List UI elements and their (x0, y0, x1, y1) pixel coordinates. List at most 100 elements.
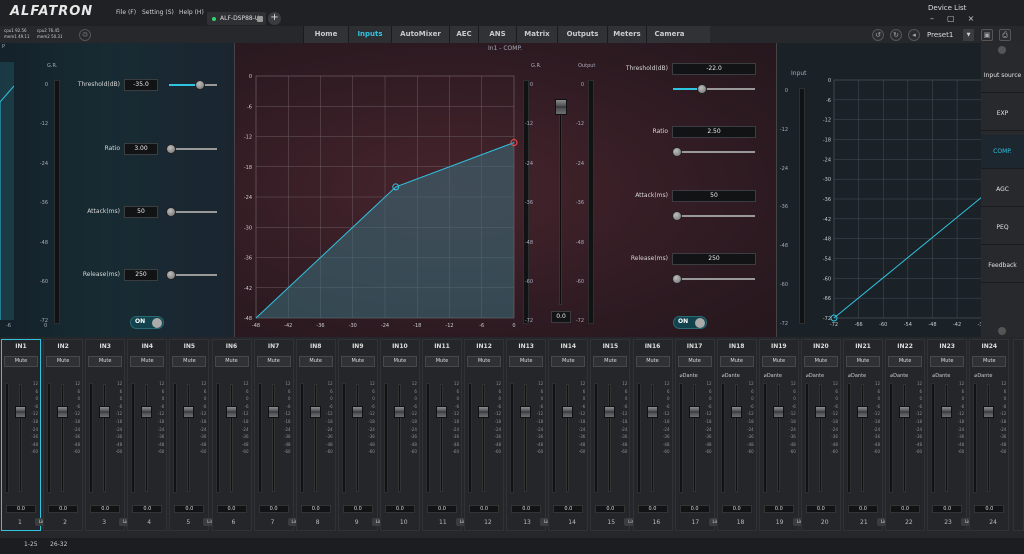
preset-select[interactable]: Preset1 (927, 29, 963, 41)
fader-handle[interactable] (99, 406, 111, 418)
fader-value[interactable]: 0.0 (805, 505, 836, 513)
fader-value[interactable]: 0.0 (469, 505, 500, 513)
fader-value[interactable]: 0.0 (763, 505, 794, 513)
right-curve-graph[interactable]: 0-6-12-18-24-30-36-42-48-54-60-66-72-72-… (816, 78, 981, 330)
tab-home[interactable]: Home (303, 26, 348, 43)
fader-handle[interactable] (814, 406, 826, 418)
page-26-32[interactable]: 26-32 (50, 541, 67, 548)
tab-camera[interactable]: Camera (646, 26, 692, 43)
fader-handle[interactable] (941, 406, 953, 418)
mute-button[interactable]: Mute (340, 356, 375, 367)
redo-icon[interactable]: ↻ (890, 29, 902, 41)
mute-button[interactable]: Mute (677, 356, 712, 367)
mute-button[interactable]: Mute (509, 356, 544, 367)
fader-handle[interactable] (478, 406, 490, 418)
fader-handle[interactable] (899, 406, 911, 418)
fader-handle[interactable] (15, 406, 26, 418)
side-tab-agc[interactable]: AGC (981, 173, 1024, 207)
left-enable-toggle[interactable]: ON (130, 316, 164, 329)
fader-handle[interactable] (857, 406, 868, 418)
mute-button[interactable]: Mute (172, 356, 207, 367)
left-param-value[interactable]: -35.0 (124, 79, 158, 91)
fader-value[interactable]: 0.0 (721, 505, 752, 513)
side-tab-peq[interactable]: PEQ (981, 211, 1024, 245)
fader-value[interactable]: 0.0 (427, 505, 457, 513)
tab-inputs[interactable]: Inputs (348, 26, 391, 43)
gr-fader-handle[interactable] (555, 99, 567, 115)
fader-handle[interactable] (309, 406, 321, 418)
tab-outputs[interactable]: Outputs (557, 26, 607, 43)
fader-value[interactable]: 0.0 (216, 505, 247, 513)
side-tab-exp[interactable]: EXP (981, 97, 1024, 131)
window-controls[interactable]: –▢× (930, 14, 987, 23)
mute-button[interactable]: Mute (46, 356, 81, 367)
mute-button[interactable]: Mute (551, 356, 586, 367)
menu-help[interactable]: Help (H) (179, 9, 204, 16)
fader-handle[interactable] (351, 406, 363, 418)
left-param-value[interactable]: 50 (124, 206, 158, 218)
maximize-icon[interactable]: ▢ (947, 14, 968, 23)
fader-handle[interactable] (57, 406, 69, 418)
fader-handle[interactable] (730, 406, 742, 418)
fader-handle[interactable] (393, 406, 405, 418)
side-tab-comp[interactable]: COMP. (981, 135, 1024, 169)
tab-aec[interactable]: AEC (449, 26, 478, 43)
mute-button[interactable]: Mute (382, 356, 417, 367)
tab-automixer[interactable]: AutoMixer (391, 26, 449, 43)
fader-value[interactable]: 0.0 (595, 505, 626, 513)
fader-value[interactable]: 0.0 (637, 505, 668, 513)
fader-handle[interactable] (183, 406, 195, 418)
fader-handle[interactable] (604, 406, 616, 418)
fader-handle[interactable] (225, 406, 237, 418)
fader-value[interactable]: 0.0 (6, 505, 36, 513)
fader-value[interactable]: 0.0 (132, 505, 163, 513)
fader-handle[interactable] (267, 406, 279, 418)
left-slider-knob[interactable] (166, 144, 176, 154)
scroll-up-icon[interactable] (998, 46, 1006, 54)
fader-value[interactable]: 0.0 (890, 505, 921, 513)
center-slider-knob[interactable] (672, 211, 682, 221)
mute-button[interactable]: Mute (930, 356, 965, 367)
minimize-icon[interactable]: – (930, 14, 947, 23)
fader-handle[interactable] (983, 406, 995, 418)
center-param-value[interactable]: 2.50 (672, 126, 756, 138)
mute-button[interactable]: Mute (719, 356, 754, 367)
fader-value[interactable]: 0.0 (384, 505, 415, 513)
mute-button[interactable]: Mute (130, 356, 165, 367)
left-slider-knob[interactable] (166, 270, 176, 280)
fader-handle[interactable] (772, 406, 784, 418)
mute-button[interactable]: Mute (298, 356, 333, 367)
center-slider-knob[interactable] (672, 147, 682, 157)
page-1-25[interactable]: 1-25 (24, 541, 38, 548)
left-slider-knob[interactable] (166, 207, 176, 217)
mute-button[interactable]: Mute (467, 356, 502, 367)
mute-button[interactable]: Mute (761, 356, 796, 367)
fader-handle[interactable] (562, 406, 574, 418)
tab-ans[interactable]: ANS (478, 26, 516, 43)
fader-value[interactable]: 0.0 (258, 505, 289, 513)
menu-setting[interactable]: Setting (S) (142, 9, 174, 16)
center-param-value[interactable]: 250 (672, 253, 756, 265)
mute-button[interactable]: Mute (803, 356, 838, 367)
fader-value[interactable]: 0.0 (174, 505, 205, 513)
center-slider-knob[interactable] (697, 84, 707, 94)
mute-button[interactable]: Mute (972, 356, 1007, 367)
left-param-value[interactable]: 3.00 (124, 143, 158, 155)
center-param-value[interactable]: 50 (672, 190, 756, 202)
fader-handle[interactable] (436, 406, 447, 418)
close-icon[interactable]: × (968, 14, 988, 23)
fader-value[interactable]: 0.0 (90, 505, 121, 513)
device-list-button[interactable]: Device List (928, 4, 966, 12)
left-param-value[interactable]: 250 (124, 269, 158, 281)
side-tab-input-source[interactable]: Input source (981, 59, 1024, 93)
mute-button[interactable]: Mute (88, 356, 123, 367)
fader-value[interactable]: 0.0 (342, 505, 373, 513)
center-slider-knob[interactable] (672, 274, 682, 284)
fader-value[interactable]: 0.0 (974, 505, 1005, 513)
mute-button[interactable]: Mute (888, 356, 923, 367)
mute-button[interactable]: Mute (214, 356, 249, 367)
compressor-curve-graph[interactable]: 0 -6 -12 -18 -24 -30 -36 -42 -48-48 -42 -36 -30 -24 -… (238, 70, 518, 332)
mute-button[interactable]: Mute (4, 356, 38, 367)
mute-button[interactable]: Mute (635, 356, 670, 367)
tab-matrix[interactable]: Matrix (516, 26, 557, 43)
